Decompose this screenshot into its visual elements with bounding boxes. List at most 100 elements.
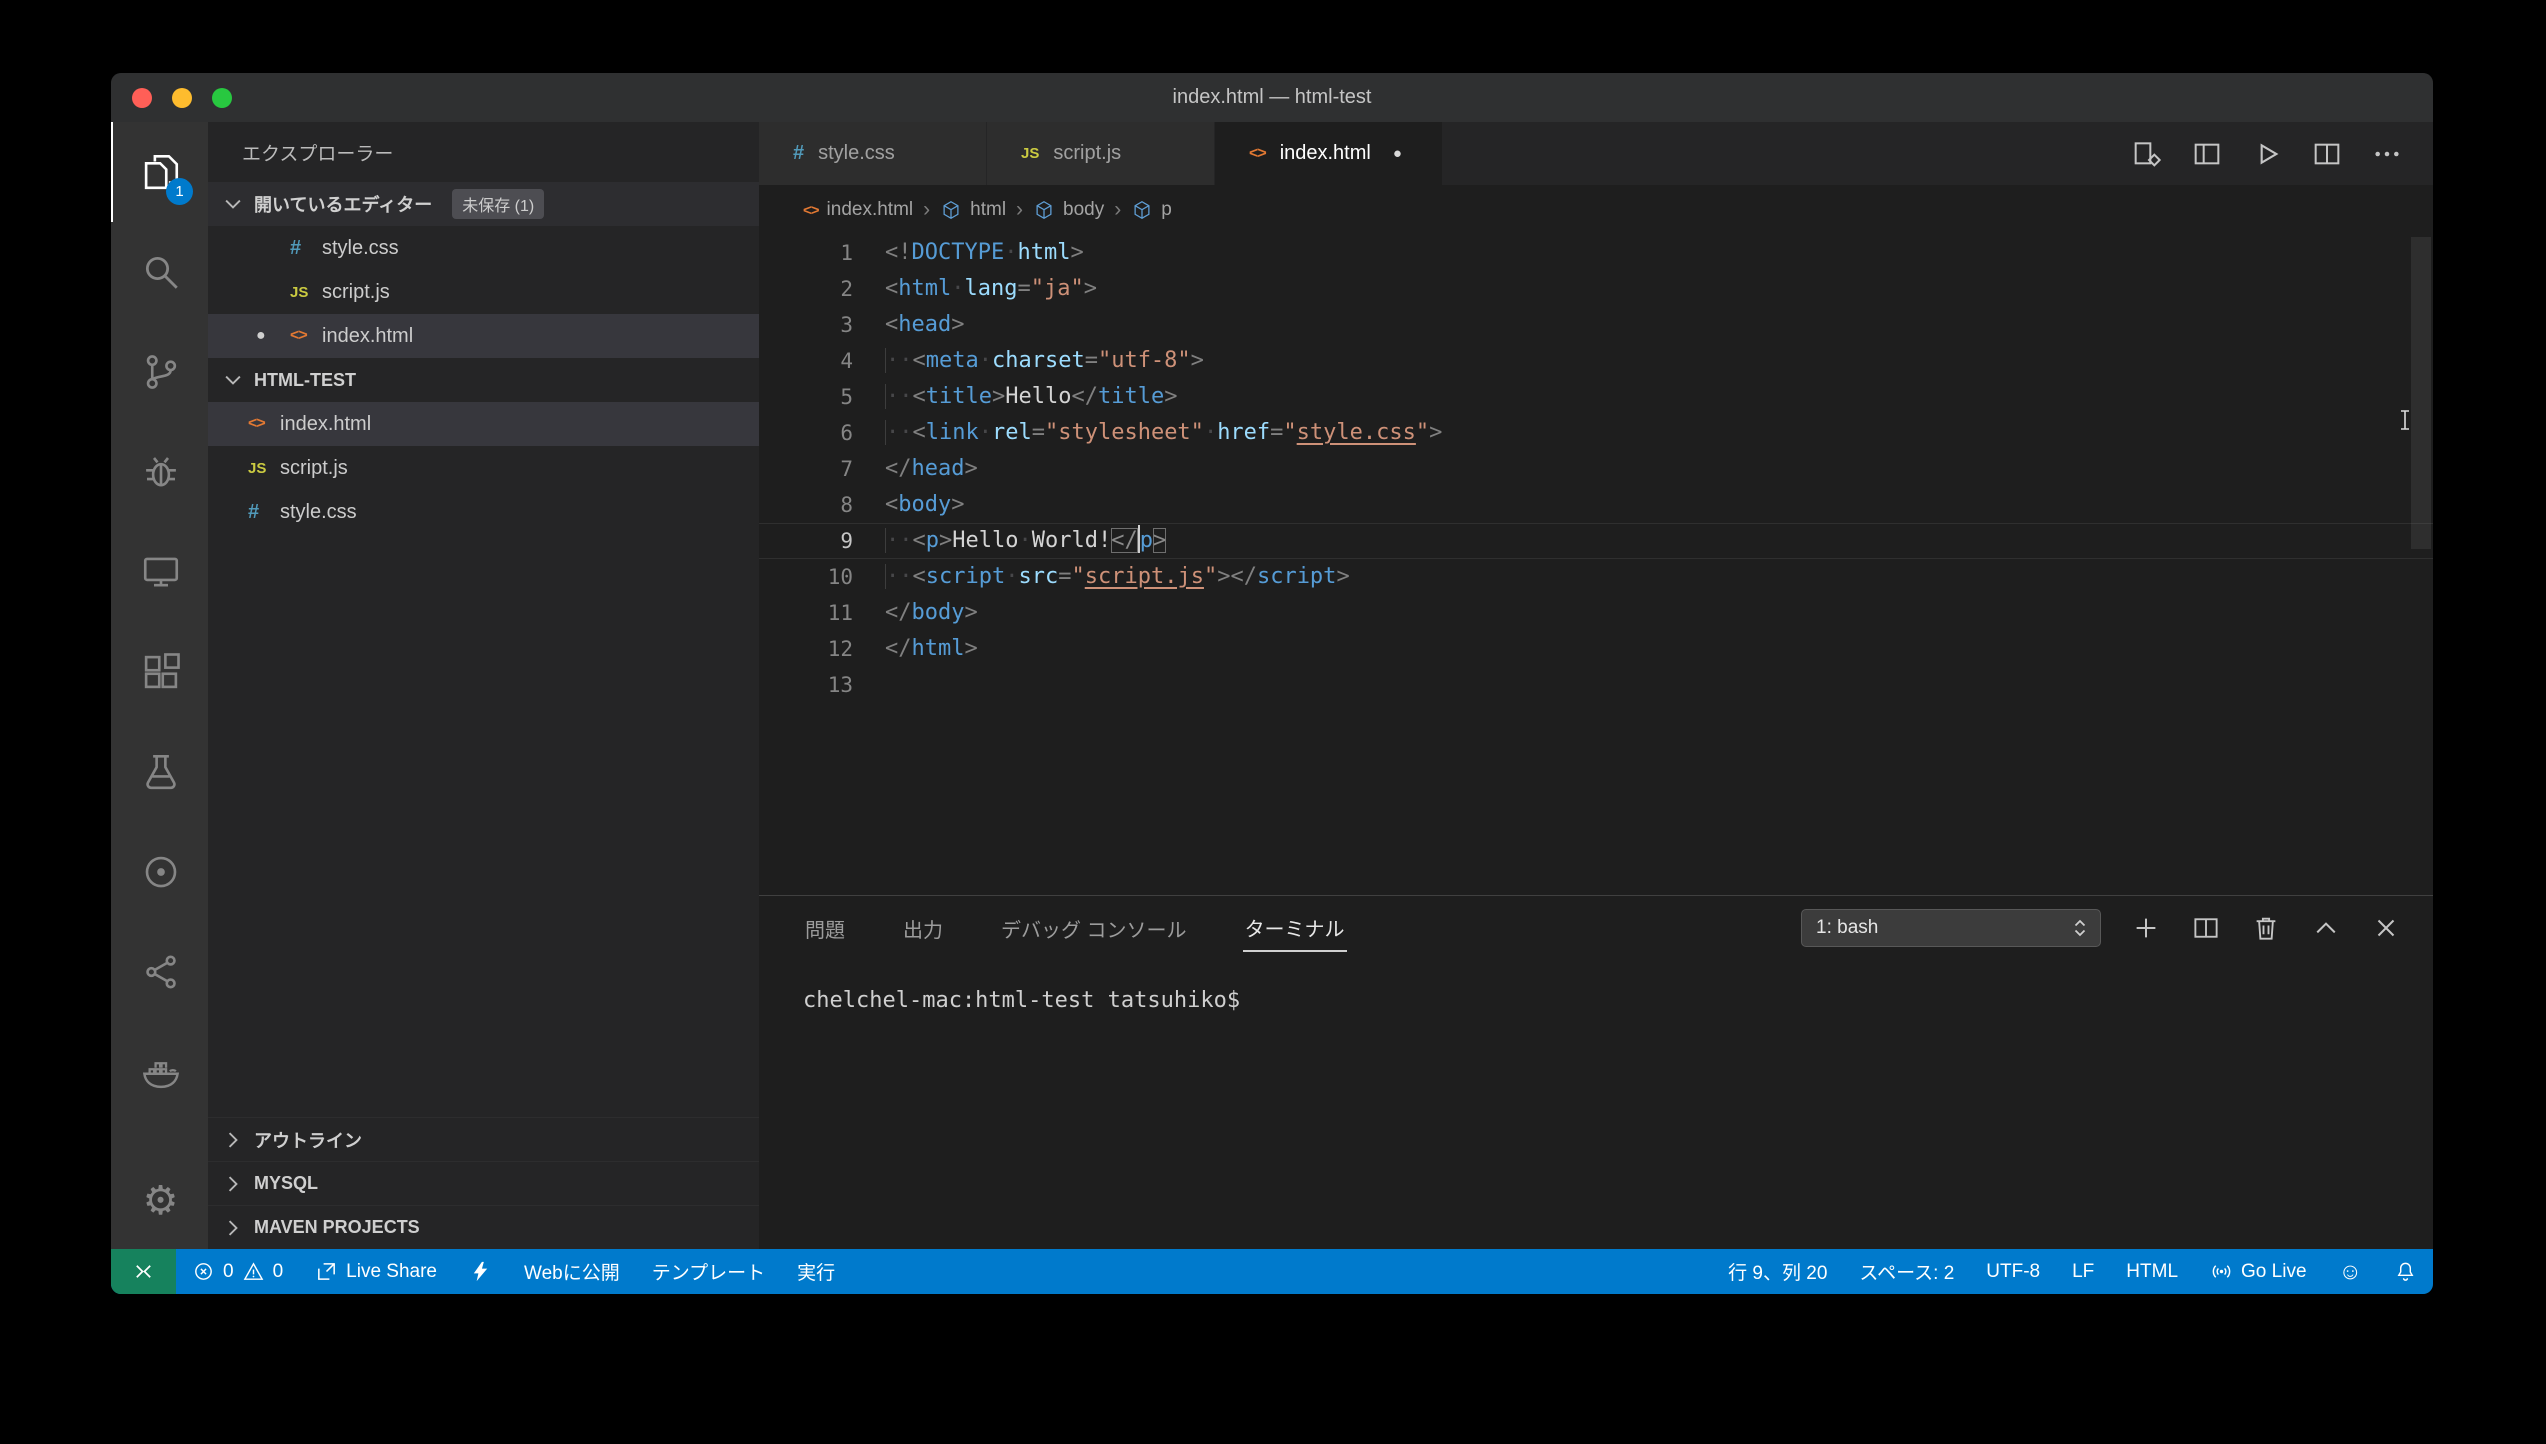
code-text: <!DOCTYPE·html> xyxy=(885,235,1084,271)
activity-run-target[interactable] xyxy=(111,822,208,922)
dirty-dot-icon[interactable]: ● xyxy=(1393,145,1402,162)
panel-tab-debug-console[interactable]: デバッグ コンソール xyxy=(999,906,1189,951)
code-line[interactable]: 7</head> xyxy=(759,451,2433,487)
code-line[interactable]: 11</body> xyxy=(759,595,2433,631)
publish-web-status[interactable]: Webに公開 xyxy=(508,1249,636,1294)
split-terminal-icon[interactable] xyxy=(2191,913,2221,943)
file-item-stylecss[interactable]: # style.css xyxy=(208,490,759,534)
code-token: head xyxy=(898,312,951,337)
shell-select-value: 1: bash xyxy=(1816,917,1878,939)
code-line[interactable]: 10··<script·src="script.js"></script> xyxy=(759,559,2433,595)
code-line[interactable]: 3<head> xyxy=(759,307,2433,343)
panel-tab-problems[interactable]: 問題 xyxy=(803,906,847,951)
code-editor[interactable]: 1<!DOCTYPE·html>2<html·lang="ja">3<head>… xyxy=(759,235,2433,895)
code-token: </ xyxy=(885,636,912,661)
folder-header[interactable]: HTML-TEST xyxy=(208,358,759,402)
code-line[interactable]: 12</html> xyxy=(759,631,2433,667)
encoding-status[interactable]: UTF-8 xyxy=(1970,1249,2056,1294)
notifications-status[interactable] xyxy=(2378,1249,2433,1294)
panel-tab-terminal[interactable]: ターミナル xyxy=(1243,905,1347,952)
code-line[interactable]: 13 xyxy=(759,667,2433,703)
more-actions-icon[interactable] xyxy=(2371,138,2403,170)
editor-scrollbar[interactable] xyxy=(2409,235,2433,895)
code-line[interactable]: 4··<meta·charset="utf-8"> xyxy=(759,343,2433,379)
activity-source-control[interactable] xyxy=(111,322,208,422)
remote-indicator[interactable] xyxy=(111,1249,176,1294)
split-editor-icon[interactable] xyxy=(2311,138,2343,170)
code-line[interactable]: 9··<p>Hello·World!</p> xyxy=(759,523,2433,559)
chevron-down-icon xyxy=(222,369,244,391)
indentation-status[interactable]: スペース: 2 xyxy=(1843,1249,1970,1294)
code-line[interactable]: 5··<title>Hello</title> xyxy=(759,379,2433,415)
go-live-status[interactable]: Go Live xyxy=(2194,1249,2322,1294)
close-panel-icon[interactable] xyxy=(2371,913,2401,943)
code-text: ··<meta·charset="utf-8"> xyxy=(885,343,1204,379)
file-label: style.css xyxy=(280,501,357,524)
panel-tab-output[interactable]: 出力 xyxy=(901,906,945,951)
code-line[interactable]: 2<html·lang="ja"> xyxy=(759,271,2433,307)
run-icon[interactable] xyxy=(2251,138,2283,170)
feedback-status[interactable]: ☺ xyxy=(2323,1249,2378,1294)
line-number: 1 xyxy=(759,235,885,271)
code-text: <body> xyxy=(885,487,964,523)
activity-search[interactable] xyxy=(111,222,208,322)
file-item-indexhtml[interactable]: <> index.html xyxy=(208,402,759,446)
sidebar-section-mysql[interactable]: MYSQL xyxy=(208,1161,759,1205)
activity-debug[interactable] xyxy=(111,422,208,522)
tab-indexhtml[interactable]: <> index.html ● xyxy=(1215,122,1443,185)
breadcrumb-label: p xyxy=(1161,199,1172,221)
live-share-icon xyxy=(315,1260,338,1283)
tab-scriptjs[interactable]: JS script.js xyxy=(987,122,1215,185)
open-editor-item-indexhtml[interactable]: ● <> index.html xyxy=(208,314,759,358)
code-token: Hello xyxy=(1005,384,1071,409)
open-editors-header[interactable]: 開いているエディター 未保存 (1) xyxy=(208,182,759,226)
code-line[interactable]: 1<!DOCTYPE·html> xyxy=(759,235,2433,271)
activity-settings[interactable]: ⚙ xyxy=(111,1153,208,1249)
run-status[interactable]: 実行 xyxy=(781,1249,851,1294)
sidebar-section-outline[interactable]: アウトライン xyxy=(208,1117,759,1161)
activity-extensions[interactable] xyxy=(111,622,208,722)
breadcrumb-item-body[interactable]: body xyxy=(1033,199,1104,221)
lightning-status[interactable] xyxy=(453,1249,508,1294)
maximize-panel-icon[interactable] xyxy=(2311,913,2341,943)
eol-status[interactable]: LF xyxy=(2056,1249,2110,1294)
section-label: MAVEN PROJECTS xyxy=(254,1217,420,1238)
breadcrumb-item-file[interactable]: <> index.html xyxy=(803,199,913,221)
activity-docker[interactable] xyxy=(111,1022,208,1122)
tab-stylecss[interactable]: # style.css xyxy=(759,122,987,185)
activity-remote-explorer[interactable] xyxy=(111,522,208,622)
scrollbar-thumb[interactable] xyxy=(2411,237,2431,549)
terminal-shell-select[interactable]: 1: bash xyxy=(1801,909,2101,947)
terminal-output[interactable]: chelchel-mac:html-test tatsuhiko$ xyxy=(759,960,2433,1013)
titlebar[interactable]: index.html — html-test xyxy=(111,73,2433,122)
breadcrumb-item-html[interactable]: html xyxy=(940,199,1006,221)
close-window-button[interactable] xyxy=(132,88,152,108)
language-mode-status[interactable]: HTML xyxy=(2110,1249,2194,1294)
code-line[interactable]: 8<body> xyxy=(759,487,2433,523)
activity-testing[interactable] xyxy=(111,722,208,822)
code-token: body xyxy=(912,600,965,625)
open-editor-item-stylecss[interactable]: # style.css xyxy=(208,226,759,270)
sidebar-section-maven[interactable]: MAVEN PROJECTS xyxy=(208,1205,759,1249)
problems-status[interactable]: 0 0 xyxy=(176,1249,299,1294)
activity-explorer[interactable]: 1 xyxy=(111,122,208,222)
code-token: "utf-8" xyxy=(1098,348,1191,373)
code-line[interactable]: 6··<link·rel="stylesheet"·href="style.cs… xyxy=(759,415,2433,451)
cursor-position-status[interactable]: 行 9、列 20 xyxy=(1712,1249,1843,1294)
zoom-window-button[interactable] xyxy=(212,88,232,108)
traffic-lights xyxy=(132,73,232,122)
preview-icon[interactable] xyxy=(2131,138,2163,170)
window-title: index.html — html-test xyxy=(1173,86,1372,109)
css-file-icon: # xyxy=(290,237,322,260)
new-terminal-icon[interactable] xyxy=(2131,913,2161,943)
breadcrumb-item-p[interactable]: p xyxy=(1131,199,1172,221)
file-item-scriptjs[interactable]: JS script.js xyxy=(208,446,759,490)
kill-terminal-icon[interactable] xyxy=(2251,913,2281,943)
layout-icon[interactable] xyxy=(2191,138,2223,170)
live-share-status[interactable]: Live Share xyxy=(299,1249,453,1294)
activity-share[interactable] xyxy=(111,922,208,1022)
minimize-window-button[interactable] xyxy=(172,88,192,108)
open-editor-item-scriptjs[interactable]: JS script.js xyxy=(208,270,759,314)
template-status[interactable]: テンプレート xyxy=(636,1249,781,1294)
code-token: = xyxy=(1032,420,1045,445)
